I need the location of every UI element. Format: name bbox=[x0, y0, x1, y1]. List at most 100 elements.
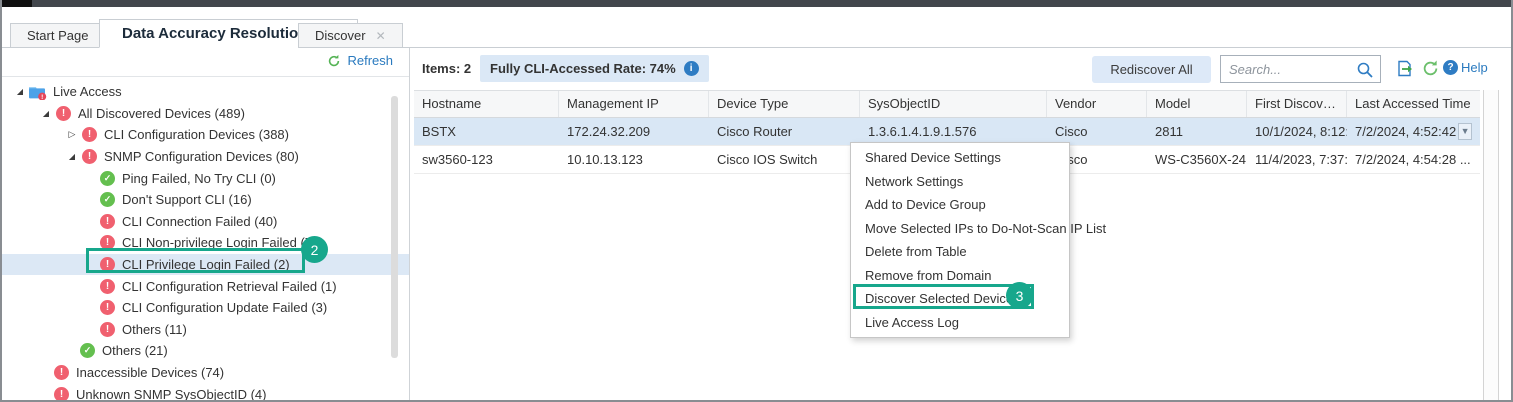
tree-item-label: Others (21) bbox=[102, 343, 168, 358]
tree-item-cli-privilege-login-failed[interactable]: ! CLI Privilege Login Failed (2) bbox=[2, 254, 409, 276]
success-status-icon: ✓ bbox=[100, 171, 115, 186]
tree-item-all-discovered-devices[interactable]: ◢ ! All Discovered Devices (489) bbox=[2, 103, 409, 125]
column-header-sysobjectid[interactable]: SysObjectID bbox=[860, 91, 1047, 117]
tree-item-others-21[interactable]: ✓ Others (21) bbox=[2, 340, 409, 362]
column-header-last-accessed-time[interactable]: Last Accessed Time bbox=[1347, 91, 1480, 117]
cell-device-type: Cisco IOS Switch bbox=[709, 146, 860, 173]
cell-hostname: BSTX bbox=[414, 118, 559, 145]
menu-item-add-to-device-group[interactable]: Add to Device Group bbox=[851, 193, 1069, 217]
cell-model: 2811 bbox=[1147, 118, 1247, 145]
success-status-icon: ✓ bbox=[80, 343, 95, 358]
column-header-hostname[interactable]: Hostname bbox=[414, 91, 559, 117]
window-top-strip bbox=[0, 0, 1513, 7]
column-header-first-discovery-time[interactable]: First Discovery Ti... bbox=[1247, 91, 1347, 117]
tree-item-cli-non-privilege-login-failed[interactable]: ! CLI Non-privilege Login Failed (7) bbox=[2, 232, 409, 254]
table-header-row: Hostname Management IP Device Type SysOb… bbox=[414, 90, 1480, 118]
expander-expanded-icon[interactable]: ◢ bbox=[12, 87, 28, 96]
menu-item-shared-device-settings[interactable]: Shared Device Settings bbox=[851, 146, 1069, 170]
cli-rate-badge: Fully CLI-Accessed Rate: 74% i bbox=[480, 55, 709, 82]
info-icon[interactable]: i bbox=[684, 61, 699, 76]
device-tree-panel: Refresh ◢ ! Live Access ◢ ! A bbox=[2, 48, 410, 400]
column-header-management-ip[interactable]: Management IP bbox=[559, 91, 709, 117]
error-status-icon: ! bbox=[82, 127, 97, 142]
error-status-icon: ! bbox=[82, 149, 97, 164]
menu-item-remove-from-domain[interactable]: Remove from Domain bbox=[851, 264, 1069, 288]
context-menu: Shared Device Settings Network Settings … bbox=[850, 142, 1070, 338]
tree-item-cli-configuration-update-failed[interactable]: ! CLI Configuration Update Failed (3) bbox=[2, 297, 409, 319]
tree-item-label: All Discovered Devices (489) bbox=[78, 106, 245, 121]
last-accessed-value: 7/2/2024, 4:52:42 bbox=[1355, 118, 1456, 145]
tree-item-label: Unknown SNMP SysObjectID (4) bbox=[76, 387, 267, 400]
tree-item-label: CLI Connection Failed (40) bbox=[122, 214, 277, 229]
menu-item-live-access-log[interactable]: Live Access Log bbox=[851, 311, 1069, 335]
folder-icon: ! bbox=[28, 84, 47, 100]
tree-item-ping-failed[interactable]: ✓ Ping Failed, No Try CLI (0) bbox=[2, 167, 409, 189]
tree-item-cli-connection-failed[interactable]: ! CLI Connection Failed (40) bbox=[2, 211, 409, 233]
help-button[interactable]: ? Help bbox=[1443, 60, 1488, 75]
menu-item-discover-selected-devices[interactable]: Discover Selected Device(s) bbox=[851, 287, 1069, 311]
tree-item-unknown-snmp-sysobjectid[interactable]: ! Unknown SNMP SysObjectID (4) bbox=[2, 383, 409, 400]
cell-model: WS-C3560X-24 bbox=[1147, 146, 1247, 173]
tab-discover[interactable]: Discover ✕ bbox=[298, 23, 403, 48]
refresh-button[interactable]: Refresh bbox=[327, 53, 393, 68]
tree-item-label: Ping Failed, No Try CLI (0) bbox=[122, 171, 276, 186]
tree-item-live-access[interactable]: ◢ ! Live Access bbox=[2, 81, 409, 103]
menu-item-delete-from-table[interactable]: Delete from Table bbox=[851, 240, 1069, 264]
error-status-icon: ! bbox=[56, 106, 71, 121]
device-tree: ◢ ! Live Access ◢ ! All Discovered Devic… bbox=[2, 77, 409, 400]
tree-item-label: Don't Support CLI (16) bbox=[122, 192, 252, 207]
tab-label: Start Page bbox=[27, 28, 88, 43]
expander-collapsed-icon[interactable]: ▷ bbox=[64, 129, 80, 140]
error-status-icon: ! bbox=[54, 365, 69, 380]
tree-item-inaccessible-devices[interactable]: ! Inaccessible Devices (74) bbox=[2, 362, 409, 384]
error-status-icon: ! bbox=[100, 279, 115, 294]
export-icon[interactable] bbox=[1396, 60, 1414, 77]
tab-start-page[interactable]: Start Page bbox=[10, 23, 105, 48]
cell-first-discovery-time: 10/1/2024, 8:12:5... bbox=[1247, 118, 1347, 145]
tree-item-cli-configuration-devices[interactable]: ▷ ! CLI Configuration Devices (388) bbox=[2, 124, 409, 146]
search-icon[interactable] bbox=[1356, 61, 1374, 79]
tree-item-label: Others (11) bbox=[122, 322, 187, 337]
search-box bbox=[1220, 55, 1381, 83]
cell-management-ip: 172.24.32.209 bbox=[559, 118, 709, 145]
rediscover-all-button[interactable]: Rediscover All bbox=[1092, 56, 1211, 83]
tree-item-label: Inaccessible Devices (74) bbox=[76, 365, 224, 380]
tree-item-label: CLI Configuration Update Failed (3) bbox=[122, 300, 327, 315]
error-status-icon: ! bbox=[100, 214, 115, 229]
close-icon[interactable]: ✕ bbox=[376, 30, 386, 42]
sync-icon[interactable] bbox=[1422, 60, 1439, 77]
tree-item-snmp-configuration-devices[interactable]: ◢ ! SNMP Configuration Devices (80) bbox=[2, 146, 409, 168]
refresh-icon bbox=[327, 54, 341, 68]
help-icon: ? bbox=[1443, 60, 1458, 75]
refresh-label: Refresh bbox=[347, 53, 393, 68]
tree-item-cli-configuration-retrieval-failed[interactable]: ! CLI Configuration Retrieval Failed (1) bbox=[2, 275, 409, 297]
tree-item-label: CLI Configuration Retrieval Failed (1) bbox=[122, 279, 337, 294]
expander-expanded-icon[interactable]: ◢ bbox=[64, 152, 80, 161]
tree-scrollbar[interactable] bbox=[391, 96, 398, 358]
tree-item-others-11[interactable]: ! Others (11) bbox=[2, 319, 409, 341]
column-header-device-type[interactable]: Device Type bbox=[709, 91, 860, 117]
cell-vendor: Cisco bbox=[1047, 118, 1147, 145]
column-header-vendor[interactable]: Vendor bbox=[1047, 91, 1147, 117]
tab-label: Data Accuracy Resolution bbox=[122, 25, 307, 42]
cell-management-ip: 10.10.13.123 bbox=[559, 146, 709, 173]
menu-item-network-settings[interactable]: Network Settings bbox=[851, 170, 1069, 194]
tree-item-label: Live Access bbox=[53, 84, 122, 99]
expander-expanded-icon[interactable]: ◢ bbox=[38, 109, 54, 118]
cell-last-accessed-time: 7/2/2024, 4:52:42 ▼ bbox=[1347, 118, 1480, 145]
tab-bar: Start Page Data Accuracy Resolution ✕ Di… bbox=[2, 7, 1511, 48]
table-scrollbar[interactable] bbox=[1483, 90, 1499, 400]
tree-item-label: CLI Privilege Login Failed (2) bbox=[122, 257, 290, 272]
cli-rate-label: Fully CLI-Accessed Rate: 74% bbox=[490, 61, 676, 76]
cell-last-accessed-time: 7/2/2024, 4:54:28 ... bbox=[1347, 146, 1480, 173]
app-window: Start Page Data Accuracy Resolution ✕ Di… bbox=[0, 0, 1513, 402]
menu-item-move-selected-ips[interactable]: Move Selected IPs to Do-Not-Scan IP List bbox=[851, 217, 1069, 241]
error-status-icon: ! bbox=[54, 387, 69, 400]
column-header-model[interactable]: Model bbox=[1147, 91, 1247, 117]
chevron-down-icon[interactable]: ▼ bbox=[1458, 123, 1472, 140]
tree-item-label: SNMP Configuration Devices (80) bbox=[104, 149, 299, 164]
error-status-icon: ! bbox=[100, 300, 115, 315]
tree-panel-header: Refresh bbox=[2, 48, 409, 77]
help-label: Help bbox=[1461, 60, 1488, 75]
tree-item-dont-support-cli[interactable]: ✓ Don't Support CLI (16) bbox=[2, 189, 409, 211]
